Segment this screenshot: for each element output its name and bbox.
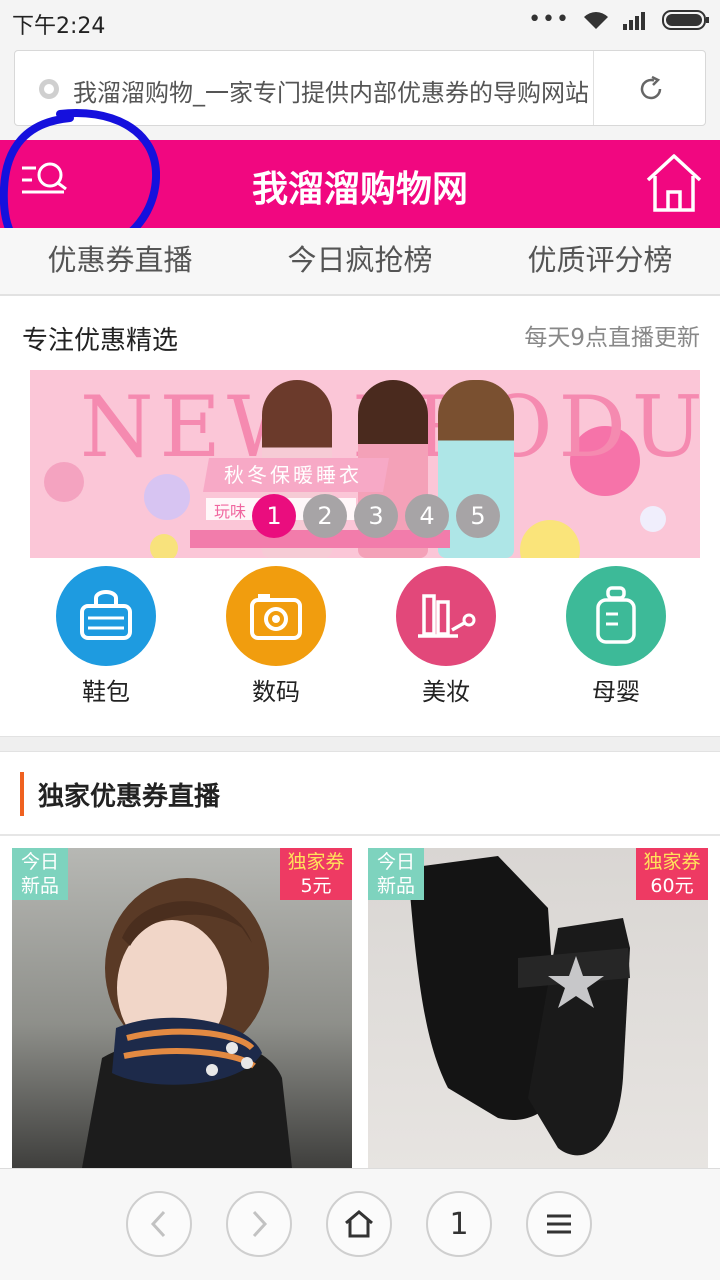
- browser-toolbar: 我溜溜购物_一家专门提供内部优惠券的导购网站: [0, 40, 720, 140]
- pager-dot[interactable]: 5: [456, 494, 500, 538]
- home-nav-button[interactable]: [326, 1191, 392, 1257]
- banner-pager: 1 2 3 4 5: [252, 494, 500, 538]
- promo-banner[interactable]: NEW PRODUCT 秋冬保暖睡衣 玩味 1 2 3 4 5: [30, 370, 700, 558]
- status-icons: •••: [528, 8, 710, 32]
- back-button[interactable]: [126, 1191, 192, 1257]
- browser-bottom-nav: 1: [0, 1168, 720, 1280]
- pager-dot[interactable]: 2: [303, 494, 347, 538]
- banner-caption: 秋冬保暖睡衣: [224, 463, 362, 487]
- pager-dot[interactable]: 4: [405, 494, 449, 538]
- site-icon: [39, 79, 59, 99]
- menu-button[interactable]: [526, 1191, 592, 1257]
- forward-button[interactable]: [226, 1191, 292, 1257]
- signal-icon: [623, 12, 645, 30]
- reload-button[interactable]: [615, 65, 687, 113]
- product-card[interactable]: 今日 新品 独家券 5元: [12, 848, 352, 1168]
- cosmetics-icon: [396, 566, 496, 666]
- category-tabs: 优惠券直播 今日疯抢榜 优质评分榜: [0, 228, 720, 296]
- new-product-tag: 今日 新品: [12, 848, 68, 900]
- section-accent-bar: [20, 772, 24, 816]
- category-label: 鞋包: [82, 678, 130, 706]
- tab-today-hot[interactable]: 今日疯抢榜: [240, 228, 480, 294]
- home-button[interactable]: [644, 150, 704, 216]
- coupon-section-header: 独家优惠券直播: [0, 752, 720, 836]
- basket-icon: [56, 566, 156, 666]
- tab-count: 1: [449, 1206, 469, 1242]
- camera-icon: [226, 566, 326, 666]
- status-time: 下午2:24: [12, 14, 106, 39]
- tabs-button[interactable]: 1: [426, 1191, 492, 1257]
- address-divider: [593, 51, 594, 125]
- category-shoes-bags[interactable]: 鞋包: [46, 566, 166, 707]
- category-shortcuts: 鞋包 数码 美妆 母婴: [0, 566, 720, 706]
- hamburger-icon: [547, 1214, 571, 1234]
- tab-coupon-live[interactable]: 优惠券直播: [0, 228, 240, 294]
- featured-title: 专注优惠精选: [22, 326, 179, 356]
- baby-bottle-icon: [566, 566, 666, 666]
- coupon-tag: 独家券 5元: [280, 848, 352, 900]
- site-title: 我溜溜购物网: [251, 169, 468, 210]
- tab-top-rated[interactable]: 优质评分榜: [480, 228, 720, 294]
- category-baby[interactable]: 母婴: [556, 566, 676, 707]
- coupon-section-title: 独家优惠券直播: [38, 782, 221, 812]
- product-card[interactable]: 今日 新品 独家券 60元: [368, 848, 708, 1168]
- status-bar: 下午2:24 •••: [0, 0, 720, 40]
- reload-icon: [640, 75, 662, 100]
- pager-dot[interactable]: 3: [354, 494, 398, 538]
- wifi-icon: [584, 12, 608, 29]
- coupon-tag: 独家券 60元: [636, 848, 708, 900]
- category-digital[interactable]: 数码: [216, 566, 336, 707]
- chevron-right-icon: [252, 1210, 268, 1238]
- battery-icon: [662, 10, 709, 30]
- chevron-left-icon: [150, 1210, 166, 1238]
- new-product-tag: 今日 新品: [368, 848, 424, 900]
- home-icon: [345, 1210, 373, 1238]
- category-label: 数码: [252, 678, 300, 706]
- home-icon: [646, 154, 702, 212]
- address-text[interactable]: 我溜溜购物_一家专门提供内部优惠券的导购网站: [73, 73, 588, 108]
- category-label: 美妆: [422, 678, 470, 706]
- banner-caption-secondary: 玩味: [214, 502, 247, 521]
- section-divider: [0, 736, 720, 752]
- pager-dot[interactable]: 1: [252, 494, 296, 538]
- category-cosmetics[interactable]: 美妆: [386, 566, 506, 707]
- category-label: 母婴: [592, 678, 640, 706]
- featured-section-header: 专注优惠精选 每天9点直播更新: [0, 296, 720, 370]
- featured-subtitle: 每天9点直播更新: [524, 325, 700, 351]
- more-dots-icon: •••: [528, 7, 570, 32]
- site-header: 我溜溜购物网: [0, 140, 720, 228]
- address-bar[interactable]: 我溜溜购物_一家专门提供内部优惠券的导购网站: [14, 50, 706, 126]
